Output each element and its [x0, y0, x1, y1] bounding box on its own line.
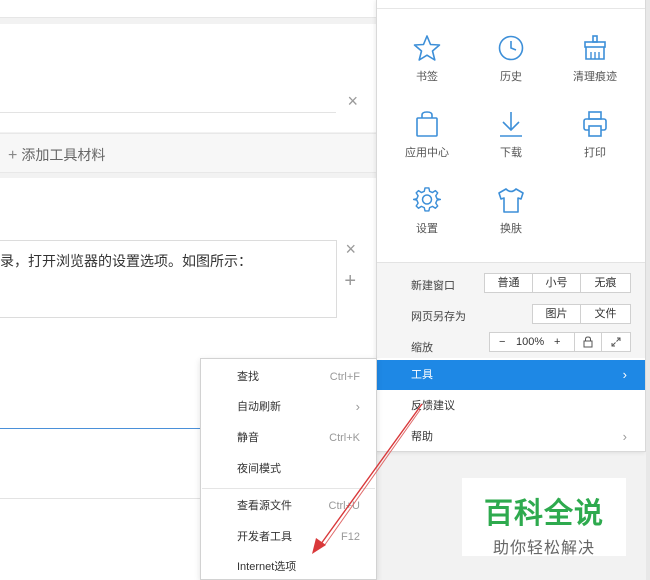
bookmarks-label: 书签: [416, 71, 438, 83]
clear-traces-button[interactable]: 清理痕迹: [553, 34, 637, 104]
close-icon[interactable]: ×: [345, 240, 356, 258]
menu-item-tools[interactable]: 工具 ›: [377, 360, 645, 390]
settings-button[interactable]: 设置: [385, 186, 469, 256]
submenu-item-find[interactable]: 查找 Ctrl+F: [201, 362, 376, 392]
lock-button[interactable]: [574, 332, 602, 352]
zoom-label: 缩放: [411, 342, 433, 354]
find-shortcut: Ctrl+F: [329, 371, 360, 383]
browser-main-menu: 书签 历史 清理痕迹 应用中心 下载 打印 设置 换肤 新建窗口 普通 小号 无…: [376, 0, 646, 452]
submenu-item-view-source[interactable]: 查看源文件 Ctrl+U: [201, 491, 376, 521]
add-step-icon[interactable]: +: [344, 270, 356, 293]
bookmarks-button[interactable]: 书签: [385, 34, 469, 104]
window-edge: [646, 0, 650, 580]
clear-traces-label: 清理痕迹: [573, 71, 617, 83]
zoom-out-button[interactable]: −: [499, 333, 505, 351]
app-center-label: 应用中心: [405, 147, 449, 159]
download-icon: [500, 112, 522, 137]
dev-tools-shortcut: F12: [341, 531, 360, 543]
mute-label: 静音: [237, 432, 259, 444]
submenu-item-internet-options[interactable]: Internet选项: [201, 552, 376, 580]
fullscreen-button[interactable]: [601, 332, 631, 352]
submenu-item-dev-tools[interactable]: 开发者工具 F12: [201, 522, 376, 552]
feedback-label: 反馈建议: [411, 400, 455, 412]
add-material-label: 添加工具材料: [21, 147, 106, 163]
chevron-right-icon: ›: [355, 399, 360, 414]
auto-refresh-label: 自动刷新: [237, 401, 281, 413]
add-material-bar[interactable]: + 添加工具材料: [0, 133, 376, 173]
dev-tools-label: 开发者工具: [237, 531, 292, 543]
submenu-item-mute[interactable]: 静音 Ctrl+K: [201, 423, 376, 453]
menu-divider: [377, 8, 645, 9]
expand-icon: [611, 337, 621, 347]
night-mode-label: 夜间模式: [237, 463, 281, 475]
eraser-icon: [584, 35, 606, 60]
downloads-button[interactable]: 下载: [469, 110, 553, 180]
change-skin-label: 换肤: [500, 223, 522, 235]
editor-top-card: [0, 0, 376, 18]
printer-icon: [583, 111, 607, 137]
history-label: 历史: [500, 71, 522, 83]
step-text-field[interactable]: 录，打开浏览器的设置选项。如图所示：: [0, 240, 337, 318]
menu-item-feedback[interactable]: 反馈建议: [377, 391, 645, 421]
save-as-image-button[interactable]: 图片: [532, 304, 581, 324]
shirt-icon: [498, 188, 524, 213]
menu-item-help[interactable]: 帮助 ›: [377, 422, 645, 452]
zoom-in-button[interactable]: +: [554, 333, 560, 351]
plus-icon: +: [8, 147, 18, 164]
add-material-button[interactable]: + 添加工具材料: [8, 145, 105, 165]
save-page-as-label: 网页另存为: [411, 311, 466, 323]
print-button[interactable]: 打印: [553, 110, 637, 180]
editor-title-card: ×: [0, 24, 376, 132]
chevron-right-icon: ›: [622, 429, 627, 444]
clock-icon: [498, 35, 524, 61]
editor-step-card: 录，打开浏览器的设置选项。如图所示： × +: [0, 178, 376, 360]
zoom-control: − 100% +: [489, 332, 575, 352]
tools-submenu: 查找 Ctrl+F 自动刷新 › 静音 Ctrl+K 夜间模式 查看源文件 Ct…: [200, 358, 377, 580]
chevron-right-icon: ›: [622, 367, 627, 382]
find-label: 查找: [237, 371, 259, 383]
view-source-shortcut: Ctrl+U: [328, 500, 360, 512]
downloads-label: 下载: [500, 147, 522, 159]
new-window-label: 新建窗口: [411, 280, 455, 292]
gear-icon: [413, 187, 441, 212]
star-icon: [413, 35, 441, 61]
lock-icon: [583, 336, 593, 348]
new-window-small-button[interactable]: 小号: [532, 273, 581, 293]
view-source-label: 查看源文件: [237, 500, 292, 512]
step-text: 录，打开浏览器的设置选项。如图所示：: [0, 253, 252, 269]
new-window-normal-button[interactable]: 普通: [484, 273, 533, 293]
submenu-item-night-mode[interactable]: 夜间模式: [201, 454, 376, 484]
submenu-divider: [202, 488, 375, 489]
watermark-title: 百科全说: [483, 498, 604, 530]
submenu-item-auto-refresh[interactable]: 自动刷新 ›: [201, 392, 376, 422]
watermark-subtitle: 助你轻松解决: [492, 540, 595, 557]
watermark-logo: 百科全说 助你轻松解决: [462, 478, 626, 557]
app-center-button[interactable]: 应用中心: [385, 110, 469, 180]
save-as-file-button[interactable]: 文件: [580, 304, 631, 324]
new-window-incognito-button[interactable]: 无痕: [580, 273, 631, 293]
print-label: 打印: [584, 147, 606, 159]
zoom-level: 100%: [516, 336, 545, 348]
tools-label: 工具: [411, 369, 433, 381]
close-icon[interactable]: ×: [347, 92, 358, 110]
history-button[interactable]: 历史: [469, 34, 553, 104]
change-skin-button[interactable]: 换肤: [469, 186, 553, 256]
internet-options-label: Internet选项: [237, 561, 297, 573]
bag-icon: [416, 111, 438, 137]
title-input-underline: [0, 112, 336, 113]
help-label: 帮助: [411, 431, 433, 443]
mute-shortcut: Ctrl+K: [329, 432, 360, 444]
settings-label: 设置: [416, 223, 438, 235]
